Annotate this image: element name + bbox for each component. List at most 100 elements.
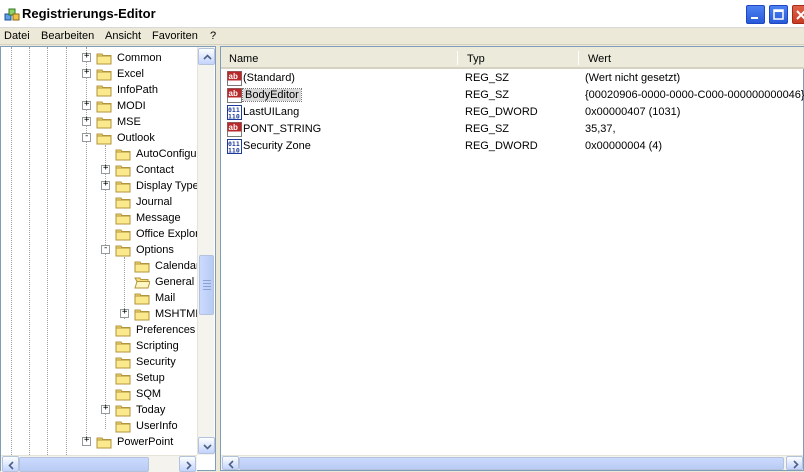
- tree-item[interactable]: + Today: [1, 402, 197, 418]
- tree-item[interactable]: + MSHTML: [1, 306, 197, 322]
- tree-item[interactable]: + Contact: [1, 162, 197, 178]
- tree-item-label: Today: [136, 404, 166, 416]
- tree-item[interactable]: + MODI: [1, 98, 197, 114]
- tree-item-label: General: [155, 276, 195, 288]
- svg-text:ab: ab: [229, 123, 238, 132]
- tree-item-label: Security: [136, 356, 176, 368]
- scroll-right-button[interactable]: [786, 456, 803, 470]
- menu-view[interactable]: Ansicht: [105, 30, 141, 42]
- column-divider[interactable]: [457, 51, 458, 65]
- folder-icon: [134, 293, 150, 305]
- expand-icon[interactable]: +: [82, 51, 91, 62]
- dword-icon: 011110: [227, 139, 242, 154]
- tree-item[interactable]: Calendar: [1, 258, 197, 274]
- scroll-left-button[interactable]: [222, 456, 239, 470]
- value-row[interactable]: 011 110 LastUILang REG_DWORD 0x00000407 (103…: [221, 104, 804, 121]
- column-header-name[interactable]: Name: [221, 47, 457, 67]
- folder-icon: [96, 69, 112, 81]
- tree-item-label: Contact: [136, 164, 174, 176]
- tree-item[interactable]: Message: [1, 210, 197, 226]
- tree-item[interactable]: + Common: [1, 50, 197, 66]
- scroll-down-button[interactable]: [198, 437, 215, 454]
- svg-text:ab: ab: [229, 72, 238, 81]
- tree-item[interactable]: Scripting: [1, 338, 197, 354]
- menu-bar: Datei Bearbeiten Ansicht Favoriten ?: [0, 28, 804, 45]
- tree-item[interactable]: Journal: [1, 194, 197, 210]
- tree-item[interactable]: Office Explor: [1, 226, 197, 242]
- scroll-right-button[interactable]: [179, 456, 196, 472]
- tree-item[interactable]: AutoConfigu: [1, 146, 197, 162]
- tree-item[interactable]: Mail: [1, 290, 197, 306]
- close-icon: [796, 10, 804, 20]
- value-row[interactable]: ab BodyEditor REG_SZ {00020906-0000-0000-C0…: [221, 87, 804, 104]
- list-horizontal-scrollbar[interactable]: [221, 455, 803, 470]
- column-header-type[interactable]: Typ: [459, 47, 579, 67]
- menu-edit[interactable]: Bearbeiten: [41, 30, 94, 42]
- value-type-cell: REG_SZ: [465, 89, 510, 101]
- chevron-right-icon: [793, 460, 799, 469]
- value-row[interactable]: 011 110 Security Zone REG_DWORD 0x00000004 (…: [221, 138, 804, 155]
- expander-glyph: +: [103, 179, 109, 189]
- column-header-value[interactable]: Wert: [580, 47, 800, 67]
- value-name-cell: LastUILang: [243, 106, 300, 118]
- expand-icon[interactable]: +: [82, 99, 91, 110]
- tree-item[interactable]: Setup: [1, 370, 197, 386]
- expand-icon[interactable]: +: [120, 307, 129, 318]
- tree-horizontal-scrollbar[interactable]: [1, 455, 197, 472]
- tree-item[interactable]: InfoPath: [1, 82, 197, 98]
- value-type-cell: REG_DWORD: [465, 140, 538, 152]
- tree-item-label: PowerPoint: [117, 436, 174, 448]
- tree-item[interactable]: + Display Type: [1, 178, 197, 194]
- menu-favorites[interactable]: Favoriten: [152, 30, 198, 42]
- string-icon: ab: [227, 88, 242, 103]
- tree-item[interactable]: - Options: [1, 242, 197, 258]
- expand-icon[interactable]: +: [101, 179, 110, 190]
- menu-help[interactable]: ?: [210, 30, 216, 42]
- tree-item[interactable]: General: [1, 274, 197, 290]
- folder-icon: [115, 389, 131, 401]
- collapse-icon[interactable]: -: [101, 243, 110, 254]
- title-bar[interactable]: Registrierungs-Editor: [0, 0, 804, 28]
- menu-file[interactable]: Datei: [4, 30, 30, 42]
- folder-icon: [115, 341, 131, 353]
- string-icon: ab: [227, 122, 242, 137]
- value-list-pane: Name Typ Wert ab (Standard) REG_SZ (Wert ni…: [220, 46, 804, 471]
- tree-scroll-thumb[interactable]: [199, 255, 214, 315]
- scroll-left-button[interactable]: [2, 456, 19, 472]
- tree-item[interactable]: + MSE: [1, 114, 197, 130]
- expand-icon[interactable]: +: [101, 163, 110, 174]
- value-row[interactable]: ab (Standard) REG_SZ (Wert nicht gesetzt): [221, 70, 804, 87]
- value-value-cell: 0x00000407 (1031): [585, 106, 681, 118]
- expand-icon[interactable]: +: [82, 435, 91, 446]
- tree-item[interactable]: SQM: [1, 386, 197, 402]
- tree-item[interactable]: Security: [1, 354, 197, 370]
- expand-icon[interactable]: +: [101, 403, 110, 414]
- tree-vertical-scrollbar[interactable]: [197, 47, 215, 455]
- tree-item-label: Excel: [117, 68, 144, 80]
- tree-item[interactable]: UserInfo: [1, 418, 197, 434]
- tree-item-label: Journal: [136, 196, 173, 208]
- value-value-cell: {00020906-0000-0000-C000-000000000046}: [585, 89, 804, 101]
- expander-glyph: -: [84, 131, 90, 141]
- tree-item[interactable]: + PowerPoint: [1, 434, 197, 450]
- value-row[interactable]: ab PONT_STRING REG_SZ 35,37,: [221, 121, 804, 138]
- minimize-button[interactable]: [745, 4, 766, 25]
- maximize-button[interactable]: [768, 4, 789, 25]
- tree-item[interactable]: Preferences: [1, 322, 197, 338]
- expand-icon[interactable]: +: [82, 115, 91, 126]
- tree-item[interactable]: - Outlook: [1, 130, 197, 146]
- value-type-cell: REG_DWORD: [465, 106, 538, 118]
- tree-hscroll-thumb[interactable]: [19, 457, 149, 472]
- tree-item-label: Outlook: [117, 132, 155, 144]
- close-button[interactable]: [791, 4, 804, 25]
- column-divider[interactable]: [578, 51, 579, 65]
- list-hscroll-thumb[interactable]: [239, 457, 784, 470]
- scroll-up-button[interactable]: [198, 48, 215, 65]
- chevron-left-icon: [8, 461, 14, 470]
- expand-icon[interactable]: +: [82, 67, 91, 78]
- registry-editor-window: Registrierungs-Editor Datei Bearbeiten A…: [0, 0, 804, 472]
- value-name-cell: Security Zone: [243, 140, 311, 152]
- collapse-icon[interactable]: -: [82, 131, 91, 142]
- tree-item[interactable]: + Excel: [1, 66, 197, 82]
- tree-item-label: Common: [117, 52, 162, 64]
